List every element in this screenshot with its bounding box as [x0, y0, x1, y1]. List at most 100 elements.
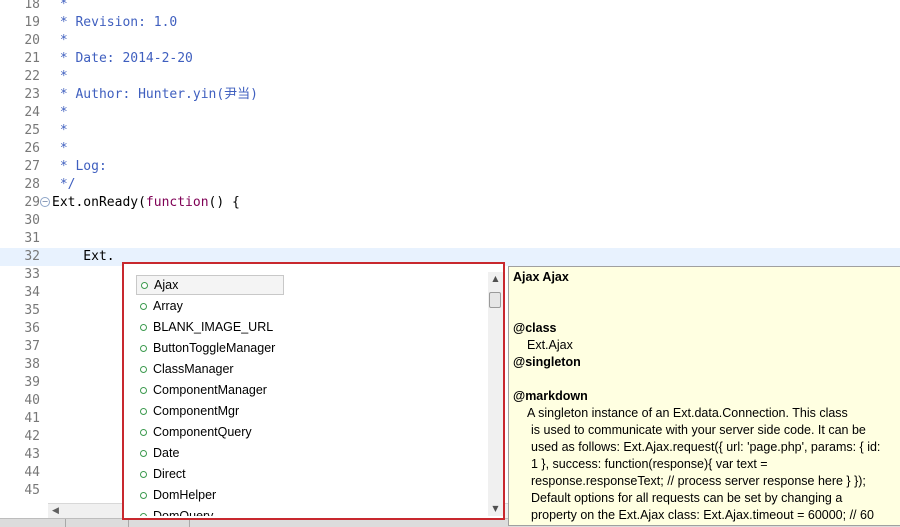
field-circle-icon	[140, 387, 147, 394]
line-number: 29	[24, 195, 40, 210]
code-text: * Date: 2014-2-20	[52, 51, 193, 66]
doc-body-line: property on the Ext.Ajax class: Ext.Ajax…	[531, 508, 874, 522]
fold-collapse-icon[interactable]: −	[40, 197, 50, 207]
arrow-down-icon[interactable]: ▼	[488, 502, 503, 516]
doc-body-line: Default options for all requests can be …	[531, 491, 843, 505]
completion-item-label: ButtonToggleManager	[153, 341, 276, 355]
code-text: *	[52, 123, 68, 138]
line-number: 28	[24, 177, 40, 192]
line-number: 26	[24, 141, 40, 156]
code-text: Ext.	[52, 249, 115, 264]
field-circle-icon	[140, 492, 147, 499]
field-circle-icon	[140, 345, 147, 352]
completion-item[interactable]: ComponentQuery	[136, 422, 284, 442]
field-circle-icon	[140, 366, 147, 373]
code-line[interactable]: 29− Ext.onReady(function() {	[0, 194, 900, 212]
code-line[interactable]: 30	[0, 212, 900, 230]
completion-item[interactable]: Date	[136, 443, 284, 463]
line-number: 33	[24, 267, 40, 282]
code-line[interactable]: 23 * Author: Hunter.yin(尹当)	[0, 86, 900, 104]
code-line[interactable]: 25 *	[0, 122, 900, 140]
completion-item-label: DomQuery	[153, 509, 214, 516]
line-number: 44	[24, 465, 40, 480]
field-circle-icon	[140, 471, 147, 478]
arrow-up-icon[interactable]: ▲	[488, 272, 503, 286]
completion-item[interactable]: Array	[136, 296, 284, 316]
code-line[interactable]: 18 *	[0, 0, 900, 14]
code-line[interactable]: 22 *	[0, 68, 900, 86]
completion-item[interactable]: ComponentManager	[136, 380, 284, 400]
line-number: 45	[24, 483, 40, 498]
line-number: 20	[24, 33, 40, 48]
field-circle-icon	[140, 303, 147, 310]
scrollbar-thumb[interactable]	[489, 292, 501, 308]
completion-item-label: DomHelper	[153, 488, 217, 502]
field-circle-icon	[140, 408, 147, 415]
doc-class-tag: @class	[513, 321, 557, 335]
completion-item[interactable]: Ajax	[136, 275, 284, 295]
code-line[interactable]: 24 *	[0, 104, 900, 122]
completion-item-label: Ajax	[154, 278, 179, 292]
code-line[interactable]: 19 * Revision: 1.0	[0, 14, 900, 32]
line-number: 40	[24, 393, 40, 408]
code-text: * Log:	[52, 159, 107, 174]
line-number: 36	[24, 321, 40, 336]
completion-item-label: ComponentQuery	[153, 425, 252, 439]
completion-list[interactable]: Ajax Array BLANK_IMAGE_URL ButtonToggleMana…	[132, 272, 486, 516]
doc-body-line: 1 }, success: function(response){ var te…	[531, 457, 768, 471]
completion-item[interactable]: DomHelper	[136, 485, 284, 505]
completion-item[interactable]: Direct	[136, 464, 284, 484]
completion-item-label: ComponentManager	[153, 383, 267, 397]
code-line[interactable]: 31	[0, 230, 900, 248]
doc-body-line: A singleton instance of an Ext.data.Conn…	[527, 406, 848, 420]
completion-scrollbar[interactable]: ▲ ▼	[488, 272, 503, 516]
code-text: * Author: Hunter.yin(尹当)	[52, 87, 259, 102]
code-line[interactable]: 20 *	[0, 32, 900, 50]
line-number: 43	[24, 447, 40, 462]
code-text: * Revision: 1.0	[52, 15, 178, 30]
code-text: *	[52, 0, 68, 12]
completion-item-label: ComponentMgr	[153, 404, 240, 418]
line-number: 25	[24, 123, 40, 138]
line-number: 38	[24, 357, 40, 372]
doc-body-line: used as follows: Ext.Ajax.request({ url:…	[531, 440, 881, 454]
completion-item[interactable]: ButtonToggleManager	[136, 338, 284, 358]
line-number: 32	[24, 249, 40, 264]
field-circle-icon	[140, 324, 147, 331]
completion-item[interactable]: DomQuery	[136, 506, 284, 516]
line-number: 30	[24, 213, 40, 228]
completion-item-label: BLANK_IMAGE_URL	[153, 320, 274, 334]
code-line[interactable]: 21 * Date: 2014-2-20	[0, 50, 900, 68]
line-number: 37	[24, 339, 40, 354]
doc-body-line: is used to communicate with your server …	[531, 423, 866, 437]
completion-item-label: ClassManager	[153, 362, 234, 376]
field-circle-icon	[140, 450, 147, 457]
completion-item[interactable]: ComponentMgr	[136, 401, 284, 421]
code-line[interactable]: 28 */	[0, 176, 900, 194]
field-circle-icon	[140, 513, 147, 516]
line-number: 27	[24, 159, 40, 174]
line-number: 18	[24, 0, 40, 12]
completion-item[interactable]: BLANK_IMAGE_URL	[136, 317, 284, 337]
field-circle-icon	[141, 282, 148, 289]
arrow-left-icon[interactable]: ◀	[52, 504, 59, 518]
line-number: 31	[24, 231, 40, 246]
doc-body-line: response.responseText; // process server…	[531, 474, 866, 488]
line-number: 34	[24, 285, 40, 300]
code-line[interactable]: 26 *	[0, 140, 900, 158]
line-number: 23	[24, 87, 40, 102]
completion-item-label: Direct	[153, 467, 186, 481]
line-number: 19	[24, 15, 40, 30]
code-text: Ext.onReady(function() {	[52, 195, 240, 210]
doc-singleton-tag: @singleton	[513, 355, 581, 369]
doc-title: Ajax Ajax	[513, 270, 569, 284]
doc-class-value: Ext.Ajax	[527, 338, 573, 352]
completion-item-label: Date	[153, 446, 180, 460]
code-line[interactable]: 27 * Log:	[0, 158, 900, 176]
content-assist-popup: Ajax Array BLANK_IMAGE_URL ButtonToggleMana…	[122, 262, 505, 520]
completion-item[interactable]: ClassManager	[136, 359, 284, 379]
code-text: *	[52, 33, 68, 48]
code-text: */	[52, 177, 76, 192]
line-number: 39	[24, 375, 40, 390]
code-text: *	[52, 69, 68, 84]
